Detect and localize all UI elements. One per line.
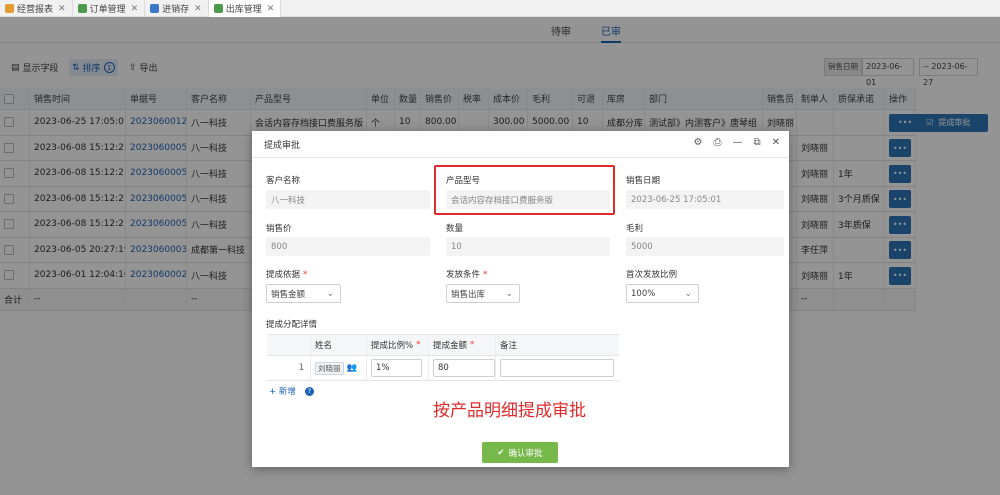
close-icon[interactable]: ✕ — [131, 4, 139, 14]
row-index: 1 — [267, 356, 311, 380]
settings-icon[interactable]: ⚙ — [694, 137, 703, 148]
inventory-icon — [150, 4, 160, 13]
header-ratio-text: 提成比例% — [371, 341, 414, 351]
table-row: 1 刘晓丽 👥 1% 80 — [267, 356, 619, 381]
quantity-label: 数量 — [446, 224, 464, 234]
commission-approval-dialog: 提成审批 ⚙ ⎙ — ⧉ ✕ 客户名称 八一科技 产品型号 会话内容存档接口费服… — [252, 131, 789, 467]
tab-label: 经营报表 — [17, 5, 54, 15]
close-icon[interactable]: ✕ — [58, 4, 66, 14]
outbound-icon — [213, 4, 223, 13]
add-row-button[interactable]: + 新增? — [269, 385, 314, 397]
help-icon[interactable]: ? — [304, 386, 314, 396]
close-icon[interactable]: ✕ — [267, 4, 275, 14]
note-cell — [496, 356, 619, 380]
confirm-approval-button[interactable]: ✔ 确认审批 — [482, 442, 558, 463]
note-input[interactable] — [500, 359, 614, 377]
price-field: 800 — [266, 237, 430, 256]
annotation-text: 按产品明细提成审批 — [433, 401, 586, 421]
window-tab-bar: 经营报表 ✕ 订单管理 ✕ 进销存 ✕ 出库管理 ✕ — [0, 0, 1000, 17]
date-label: 销售日期 — [626, 176, 661, 186]
date-field: 2023-06-25 17:05:01 — [626, 190, 784, 209]
amount-input[interactable]: 80 — [433, 359, 495, 377]
condition-value: 销售出库 — [451, 289, 486, 300]
user-select-icon[interactable]: 👥 — [347, 363, 358, 373]
header-name: 姓名 — [311, 335, 367, 355]
assignee-chip[interactable]: 刘晓丽 — [315, 361, 344, 375]
tab-inventory[interactable]: 进销存 ✕ — [145, 0, 209, 17]
condition-label-text: 发放条件 — [446, 270, 481, 280]
tab-outbound-management[interactable]: 出库管理 ✕ — [208, 0, 282, 17]
table-header-row: 姓名 提成比例% * 提成金额 * 备注 — [267, 334, 619, 356]
highlight-box — [434, 165, 615, 215]
first-ratio-value: 100% — [631, 288, 656, 299]
header-amount: 提成金额 * — [429, 335, 496, 355]
maximize-icon[interactable]: ⧉ — [753, 137, 760, 148]
ratio-cell: 1% — [367, 356, 429, 380]
tab-business-report[interactable]: 经营报表 ✕ — [0, 0, 73, 17]
confirm-label: 确认审批 — [508, 448, 543, 459]
order-icon — [77, 4, 87, 13]
chevron-down-icon: ⌄ — [684, 288, 692, 299]
quantity-field: 10 — [446, 237, 610, 256]
customer-field: 八一科技 — [266, 190, 430, 209]
minimize-icon[interactable]: — — [732, 137, 742, 148]
chevron-down-icon: ⌄ — [505, 288, 513, 299]
close-icon[interactable]: ✕ — [772, 137, 780, 148]
header-ratio: 提成比例% * — [367, 335, 429, 355]
tab-label: 进销存 — [162, 5, 190, 15]
basis-label: 提成依据 * — [266, 270, 308, 280]
price-label: 销售价 — [266, 224, 292, 234]
dialog-tools: ⚙ ⎙ — ⧉ ✕ — [694, 137, 781, 148]
customer-label: 客户名称 — [266, 176, 301, 186]
tab-label: 出库管理 — [225, 5, 262, 15]
chevron-down-icon: ⌄ — [326, 288, 334, 299]
add-row-label: + 新增 — [269, 387, 296, 397]
tab-order-management[interactable]: 订单管理 ✕ — [73, 0, 146, 17]
first-ratio-label: 首次发放比例 — [626, 270, 678, 280]
detail-label: 提成分配详情 — [266, 320, 318, 330]
tab-label: 订单管理 — [89, 5, 126, 15]
amount-cell: 80 — [429, 356, 496, 380]
name-cell: 刘晓丽 👥 — [311, 356, 367, 380]
header-note: 备注 — [500, 341, 518, 351]
profit-label: 毛利 — [626, 224, 644, 234]
ratio-input[interactable]: 1% — [371, 359, 422, 377]
print-icon[interactable]: ⎙ — [713, 137, 721, 148]
condition-label: 发放条件 * — [446, 270, 488, 280]
close-icon[interactable]: ✕ — [194, 4, 202, 14]
check-icon: ✔ — [497, 447, 505, 458]
profit-field: 5000 — [626, 237, 784, 256]
basis-label-text: 提成依据 — [266, 270, 301, 280]
header-amount-text: 提成金额 — [433, 341, 468, 351]
condition-select[interactable]: 销售出库 ⌄ — [446, 284, 520, 303]
report-icon — [5, 4, 14, 13]
dialog-title: 提成审批 — [264, 141, 301, 151]
basis-select[interactable]: 销售金额 ⌄ — [266, 284, 341, 303]
first-ratio-select[interactable]: 100% ⌄ — [626, 284, 699, 303]
basis-value: 销售金额 — [271, 289, 306, 300]
